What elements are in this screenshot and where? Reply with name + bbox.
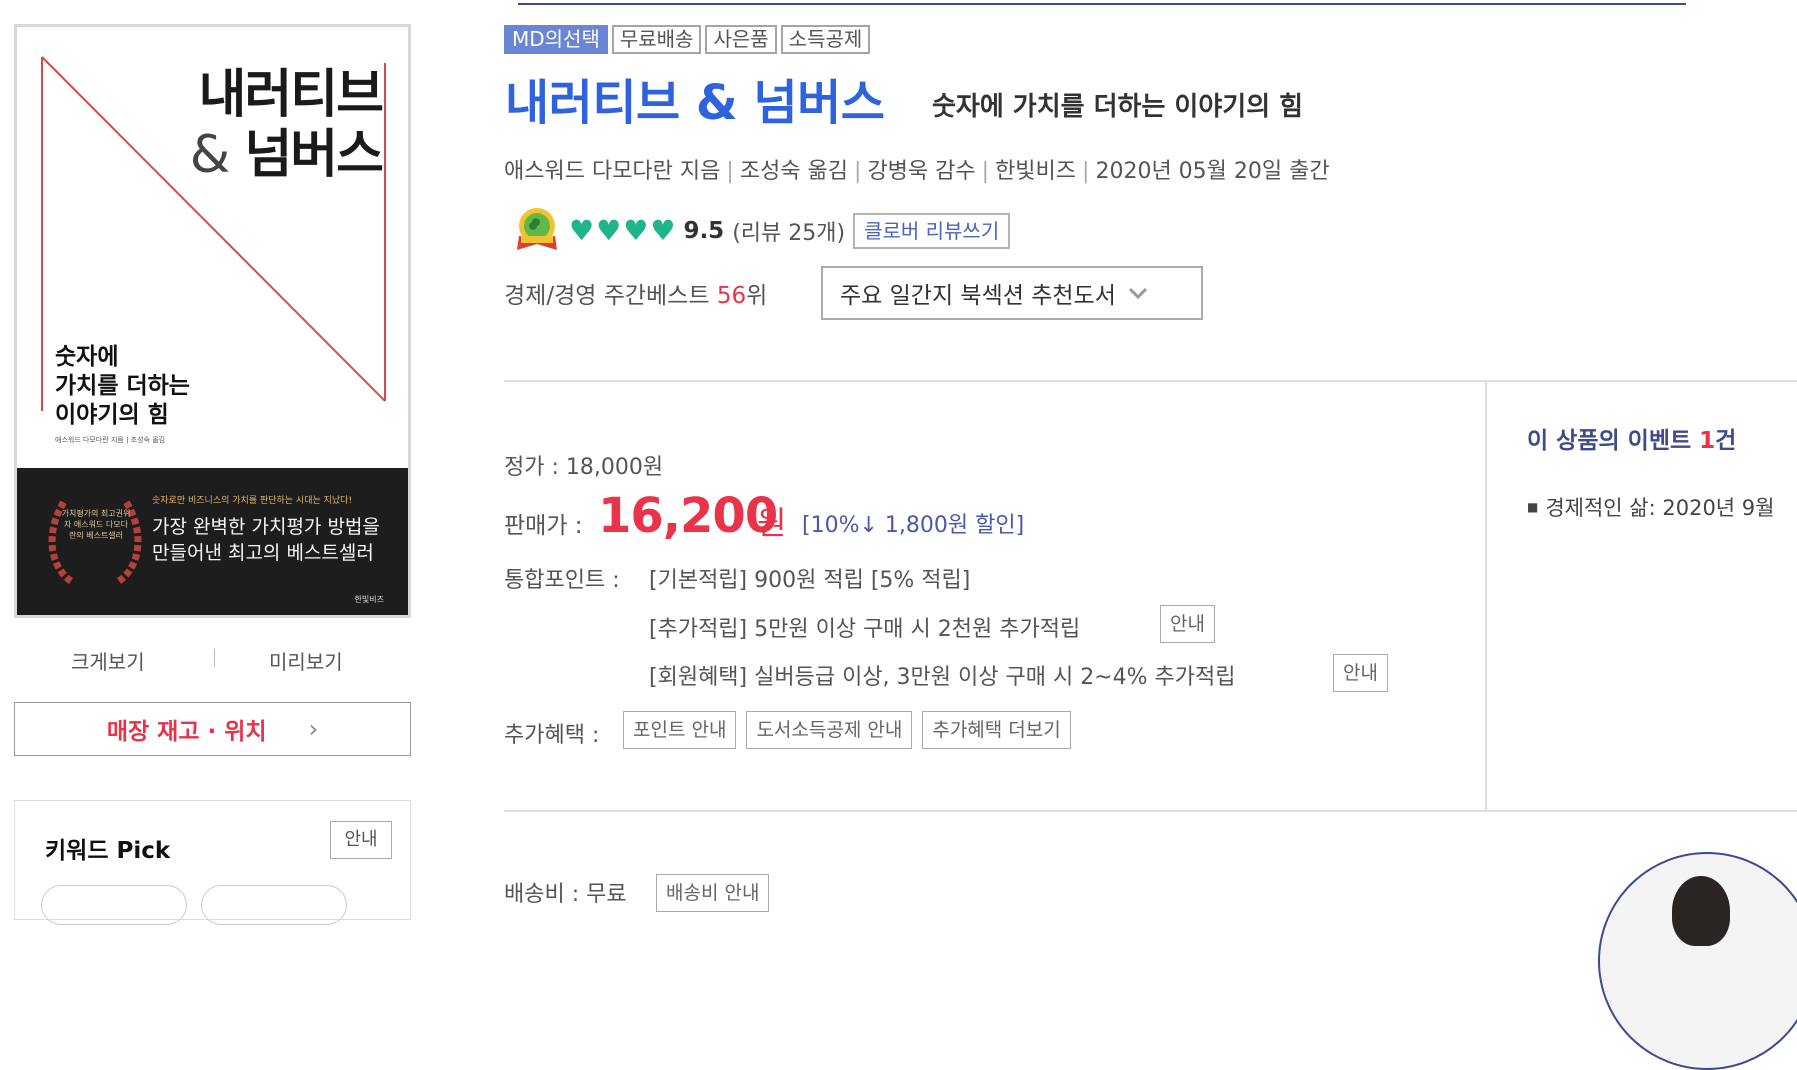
product-subtitle: 숫자에 가치를 더하는 이야기의 힘 [932, 92, 1304, 122]
keyword-guide-button[interactable]: 안내 [330, 821, 392, 859]
clover-heart-icon: ♥ [650, 214, 676, 247]
more-benefits-button[interactable]: 추가혜택 더보기 [922, 711, 1071, 749]
clover-heart-icon: ♥ [569, 214, 595, 247]
recommendation-dropdown[interactable]: 주요 일간지 북섹션 추천도서 [821, 266, 1203, 320]
bestseller-rank-number: 56 [716, 283, 747, 309]
list-price: 정가 : 18,000원 [504, 455, 664, 480]
extra-benefits-buttons: 포인트 안내 도서소득공제 안내 추가혜택 더보기 [623, 711, 1071, 749]
product-badges: MD의선택 무료배송 사은품 소득공제 [504, 25, 871, 54]
cover-blurb-small: 숫자로만 비즈니스의 가치를 판단하는 시대는 지났다! [152, 496, 353, 506]
section-divider [504, 810, 1797, 812]
store-stock-button[interactable]: 매장 재고 · 위치 › [14, 702, 411, 756]
points-member-guide-button[interactable]: 안내 [1333, 654, 1388, 692]
book-cover-image[interactable]: 내러티브 & 넘버스 숫자에 가치를 더하는 이야기의 힘 애스워드 다모다란 … [14, 24, 411, 618]
cover-title-line2: 넘버스 [244, 125, 384, 185]
book-tax-deduction-button[interactable]: 도서소득공제 안내 [746, 711, 913, 749]
cover-subtitle-line: 이야기의 힘 [55, 402, 169, 428]
points-extra: [추가적립] 5만원 이상 구매 시 2천원 추가적립 [649, 617, 1081, 642]
author-avatar [1598, 852, 1797, 1070]
keyword-pick-box: 키워드 Pick 안내 [14, 800, 411, 925]
review-count-link[interactable]: (리뷰 25개) [732, 215, 845, 247]
cover-top-panel: 내러티브 & 넘버스 숫자에 가치를 더하는 이야기의 힘 애스워드 다모다란 … [17, 27, 408, 468]
badge-gift: 사은품 [705, 25, 777, 54]
product-title: 내러티브 & 넘버스 [505, 75, 885, 131]
translator-link[interactable]: 조성숙 옮김 [740, 159, 848, 184]
award-medal-icon [517, 208, 557, 250]
cover-title-amp: & [189, 125, 231, 185]
rating-row: ♥ ♥ ♥ ♥ 9.5 (리뷰 25개) 클로버 리뷰쓰기 [513, 206, 1011, 256]
cover-subtitle-line: 가치를 더하는 [55, 373, 190, 399]
publisher-link[interactable]: 한빛비즈 [995, 159, 1076, 184]
events-title: 이 상품의 이벤트 1건 [1527, 421, 1736, 455]
sale-price-unit: 원 [757, 504, 787, 542]
column-divider [1485, 382, 1487, 812]
view-large-link[interactable]: 크게보기 [71, 646, 145, 675]
clover-heart-icon: ♥ [623, 214, 649, 247]
view-links-divider [214, 649, 215, 667]
points-label: 통합포인트 : [504, 568, 620, 593]
cover-subtitle-line: 숫자에 [55, 344, 119, 370]
cover-bottom-panel: 가치평가의 최고권위자 애스워드 다모다란의 베스트셀러 숫자로만 비즈니스의 … [17, 468, 408, 615]
sale-price-label: 판매가 : [504, 513, 583, 539]
cover-title-line1: 내러티브 [198, 65, 384, 125]
top-border [518, 0, 1686, 5]
point-guide-button[interactable]: 포인트 안내 [623, 711, 737, 749]
bullet-icon: ■ [1527, 500, 1539, 514]
keyword-pick-title: 키워드 Pick [45, 838, 171, 864]
bestseller-rank[interactable]: 경제/경영 주간베스트 56위 [504, 276, 767, 310]
cover-subtitle: 숫자에 가치를 더하는 이야기의 힘 [55, 343, 190, 430]
chevron-right-icon: › [308, 715, 319, 743]
author-line: 애스워드 다모다란 지음 | 조성숙 옮김 | 강병욱 감수 | 한빛비즈 | 2020년 05… [504, 159, 1330, 184]
author-link[interactable]: 애스워드 다모다란 지음 [504, 159, 720, 184]
rating-score: 9.5 [683, 218, 725, 244]
points-basic: [기본적립] 900원 적립 [5% 적립] [649, 568, 971, 593]
bestseller-category: 경제/경영 주간베스트 [504, 283, 710, 309]
chevron-down-icon [1128, 287, 1147, 299]
cover-publisher: 한빛비즈 [354, 595, 384, 604]
points-member: [회원혜택] 실버등급 이상, 3만원 이상 구매 시 2~4% 추가적립 [649, 665, 1236, 690]
discount-info: [10%↓ 1,800원 할인] [802, 513, 1025, 538]
shipping-fee: 배송비 : 무료 [504, 882, 627, 907]
keyword-pill[interactable] [41, 885, 187, 925]
events-title-prefix: 이 상품의 이벤트 [1527, 428, 1700, 454]
shipping-guide-button[interactable]: 배송비 안내 [656, 874, 770, 912]
wreath-text: 가치평가의 최고권위자 애스워드 다모다란의 베스트셀러 [61, 509, 131, 540]
clover-heart-icon: ♥ [596, 214, 622, 247]
keyword-pill[interactable] [201, 885, 347, 925]
recommendation-dropdown-label: 주요 일간지 북섹션 추천도서 [840, 283, 1116, 309]
events-count: 1 [1699, 428, 1716, 454]
bestseller-rank-suffix: 위 [746, 283, 768, 309]
event-item-label: 경제적인 삶: 2020년 9월 [1545, 496, 1775, 520]
cover-author: 애스워드 다모다란 지음 | 조성숙 옮김 [55, 436, 166, 444]
sale-price-value: 16,200 [598, 488, 778, 544]
badge-tax-deduction: 소득공제 [780, 25, 871, 54]
cover-blurb-large: 가장 완벽한 가치평가 방법을 만들어낸 최고의 베스트셀러 [152, 516, 380, 564]
publish-date: 2020년 05월 20일 출간 [1095, 159, 1330, 184]
badge-free-shipping: 무료배송 [611, 25, 702, 54]
cover-title: 내러티브 & 넘버스 [189, 65, 384, 185]
supervisor-link[interactable]: 강병욱 감수 [867, 159, 975, 184]
extra-benefits-label: 추가혜택 : [504, 723, 600, 748]
event-item[interactable]: ■ 경제적인 삶: 2020년 9월 [1527, 492, 1775, 522]
badge-md-choice: MD의선택 [504, 25, 608, 54]
store-stock-label: 매장 재고 · 위치 [106, 719, 267, 745]
events-title-suffix: 건 [1715, 428, 1737, 454]
avatar-head [1672, 876, 1730, 946]
section-divider [504, 380, 1797, 382]
points-extra-guide-button[interactable]: 안내 [1160, 605, 1215, 643]
write-review-button[interactable]: 클로버 리뷰쓰기 [853, 213, 1011, 249]
preview-link[interactable]: 미리보기 [269, 646, 343, 675]
